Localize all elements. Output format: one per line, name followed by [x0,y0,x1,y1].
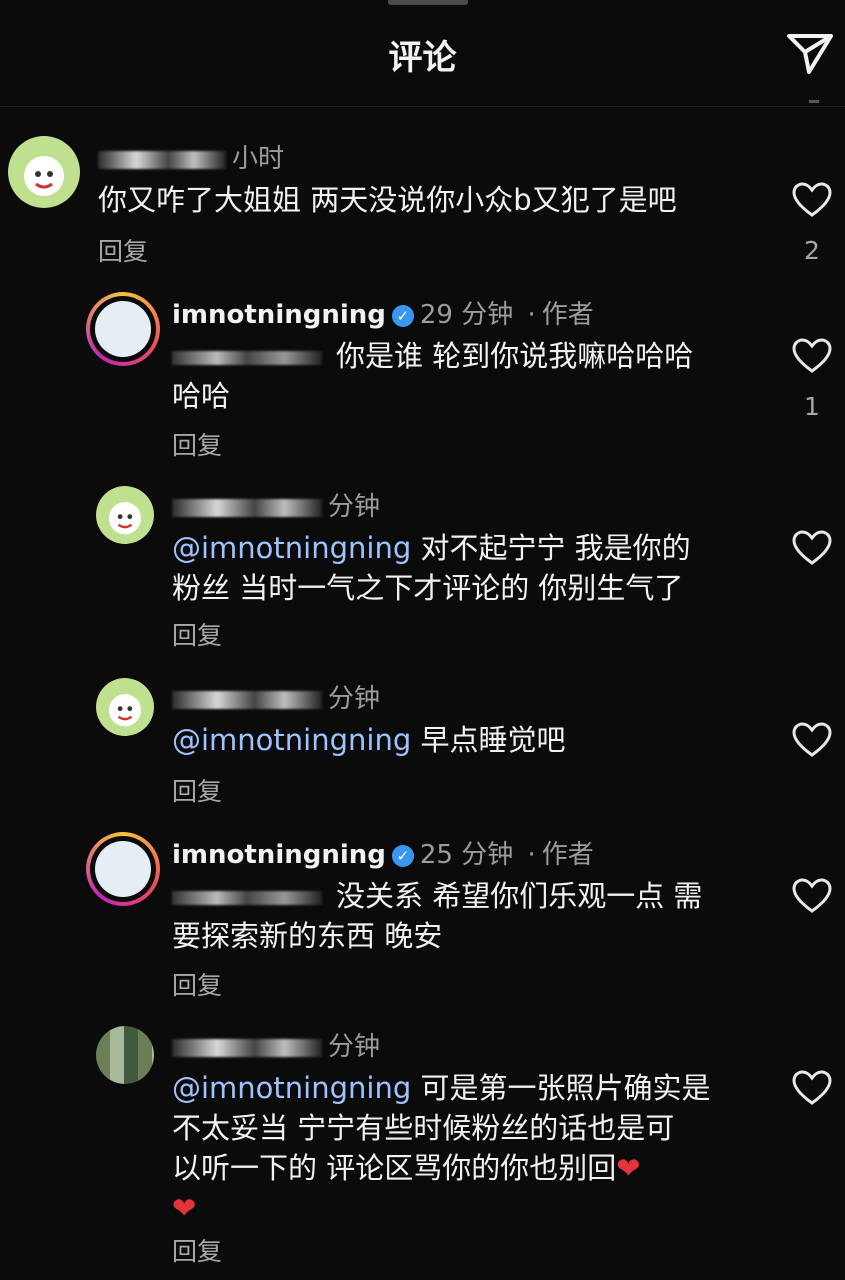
mention-link[interactable]: @imnotningning [172,723,411,757]
blurred-username [98,150,226,169]
avatar[interactable] [8,136,80,208]
heart-outline-icon[interactable] [792,878,832,914]
comment-time: 小时 [232,144,285,174]
comment-text-line: 早点睡觉吧 [420,723,566,757]
avatar-inner [90,296,156,362]
heart-outline-icon[interactable] [792,530,832,566]
heart-outline-icon[interactable] [792,338,832,374]
comments-header: 评论 [0,0,845,107]
separator-dot: · [527,840,536,870]
verified-badge-icon: ✓ [391,304,414,327]
reply-button[interactable]: 回复 [172,966,222,1002]
comment-text: 没关系 希望你们乐观一点 需 要探索新的东西 晚安 [172,876,772,956]
comment-text: 你是谁 轮到你说我嘛哈哈哈 哈哈 [172,336,772,416]
verified-badge-icon: ✓ [391,844,414,867]
like-count: 1 [804,392,820,421]
reply-button[interactable]: 回复 [172,426,222,462]
page-title: 评论 [388,38,457,78]
comment-text: @imnotningning 早点睡觉吧 [172,720,565,760]
sheep-avatar-icon [24,156,64,196]
avatar[interactable] [96,486,154,544]
avatar-inner [90,836,156,902]
comment-text: @imnotningning 对不起宁宁 我是你的 粉丝 当时一气之下才评论的 … [172,528,792,608]
comment-meta: 分钟 [172,486,380,523]
separator-dot: · [527,300,536,330]
comment-text-line: 你是谁 轮到你说我嘛哈哈哈 [336,339,694,373]
comment-text: @imnotningning 可是第一张照片确实是 不太妥当 宁宁有些时候粉丝的… [172,1068,792,1228]
comment-meta: imnotningning ✓ 29 分钟 · 作者 [172,294,594,331]
blurred-mention [172,351,322,365]
avatar[interactable] [86,832,160,906]
username[interactable]: imnotningning [172,300,386,330]
mention-link[interactable]: @imnotningning [172,531,411,565]
comment-text-line: 不太妥当 宁宁有些时候粉丝的话也是可 [172,1111,675,1145]
blurred-username [172,1038,322,1057]
username[interactable]: imnotningning [172,840,386,870]
comment-time: 分钟 [328,684,381,714]
heart-outline-icon[interactable] [792,722,832,758]
blurred-username [172,690,322,709]
paper-plane-icon[interactable] [783,26,837,80]
avatar[interactable] [96,1026,154,1084]
heart-outline-icon[interactable] [792,182,832,218]
comment-text-line: 没关系 希望你们乐观一点 需 [336,879,703,913]
comment-text: 你又咋了大姐姐 两天没说你小众b又犯了是吧 [98,183,677,217]
author-label: 作者 [541,300,594,330]
comment-time: 分钟 [328,1032,381,1062]
avatar[interactable] [86,292,160,366]
author-label: 作者 [541,840,594,870]
avatar[interactable] [96,678,154,736]
comment-text-line: 以听一下的 评论区骂你的你也别回 [172,1151,617,1185]
blurred-username [172,498,322,517]
reply-button[interactable]: 回复 [172,772,222,808]
heart-outline-icon[interactable] [792,1070,832,1106]
sheep-avatar-icon [108,502,142,535]
comment-meta: imnotningning ✓ 25 分钟 · 作者 [172,834,594,871]
comment-text-line: 可是第一张照片确实是 [420,1071,711,1105]
comment-text-line: 要探索新的东西 晚安 [172,919,443,953]
avatar-face [95,841,151,897]
comment-meta: 分钟 [172,1026,380,1063]
red-heart-emoji-icon: ❤ [616,1151,641,1185]
scroll-indicator [809,100,819,103]
comment-time: 25 分钟 [419,840,514,870]
comment-text-line: 对不起宁宁 我是你的 [420,531,691,565]
avatar-face [95,301,151,357]
comment-meta: 分钟 [172,678,380,715]
comment-meta: 小时 [98,138,284,175]
comment-time: 分钟 [328,492,381,522]
blurred-mention [172,891,322,905]
reply-button[interactable]: 回复 [98,232,148,268]
sheep-avatar-icon [108,694,142,727]
like-count: 2 [804,236,820,265]
mention-link[interactable]: @imnotningning [172,1071,411,1105]
comment-text-line: 粉丝 当时一气之下才评论的 你别生气了 [172,571,684,605]
comment-time: 29 分钟 [419,300,514,330]
reply-button[interactable]: 回复 [172,1232,222,1268]
reply-button[interactable]: 回复 [172,616,222,652]
comment-text-line: 哈哈 [172,379,231,413]
red-heart-emoji-icon: ❤ [172,1191,197,1225]
